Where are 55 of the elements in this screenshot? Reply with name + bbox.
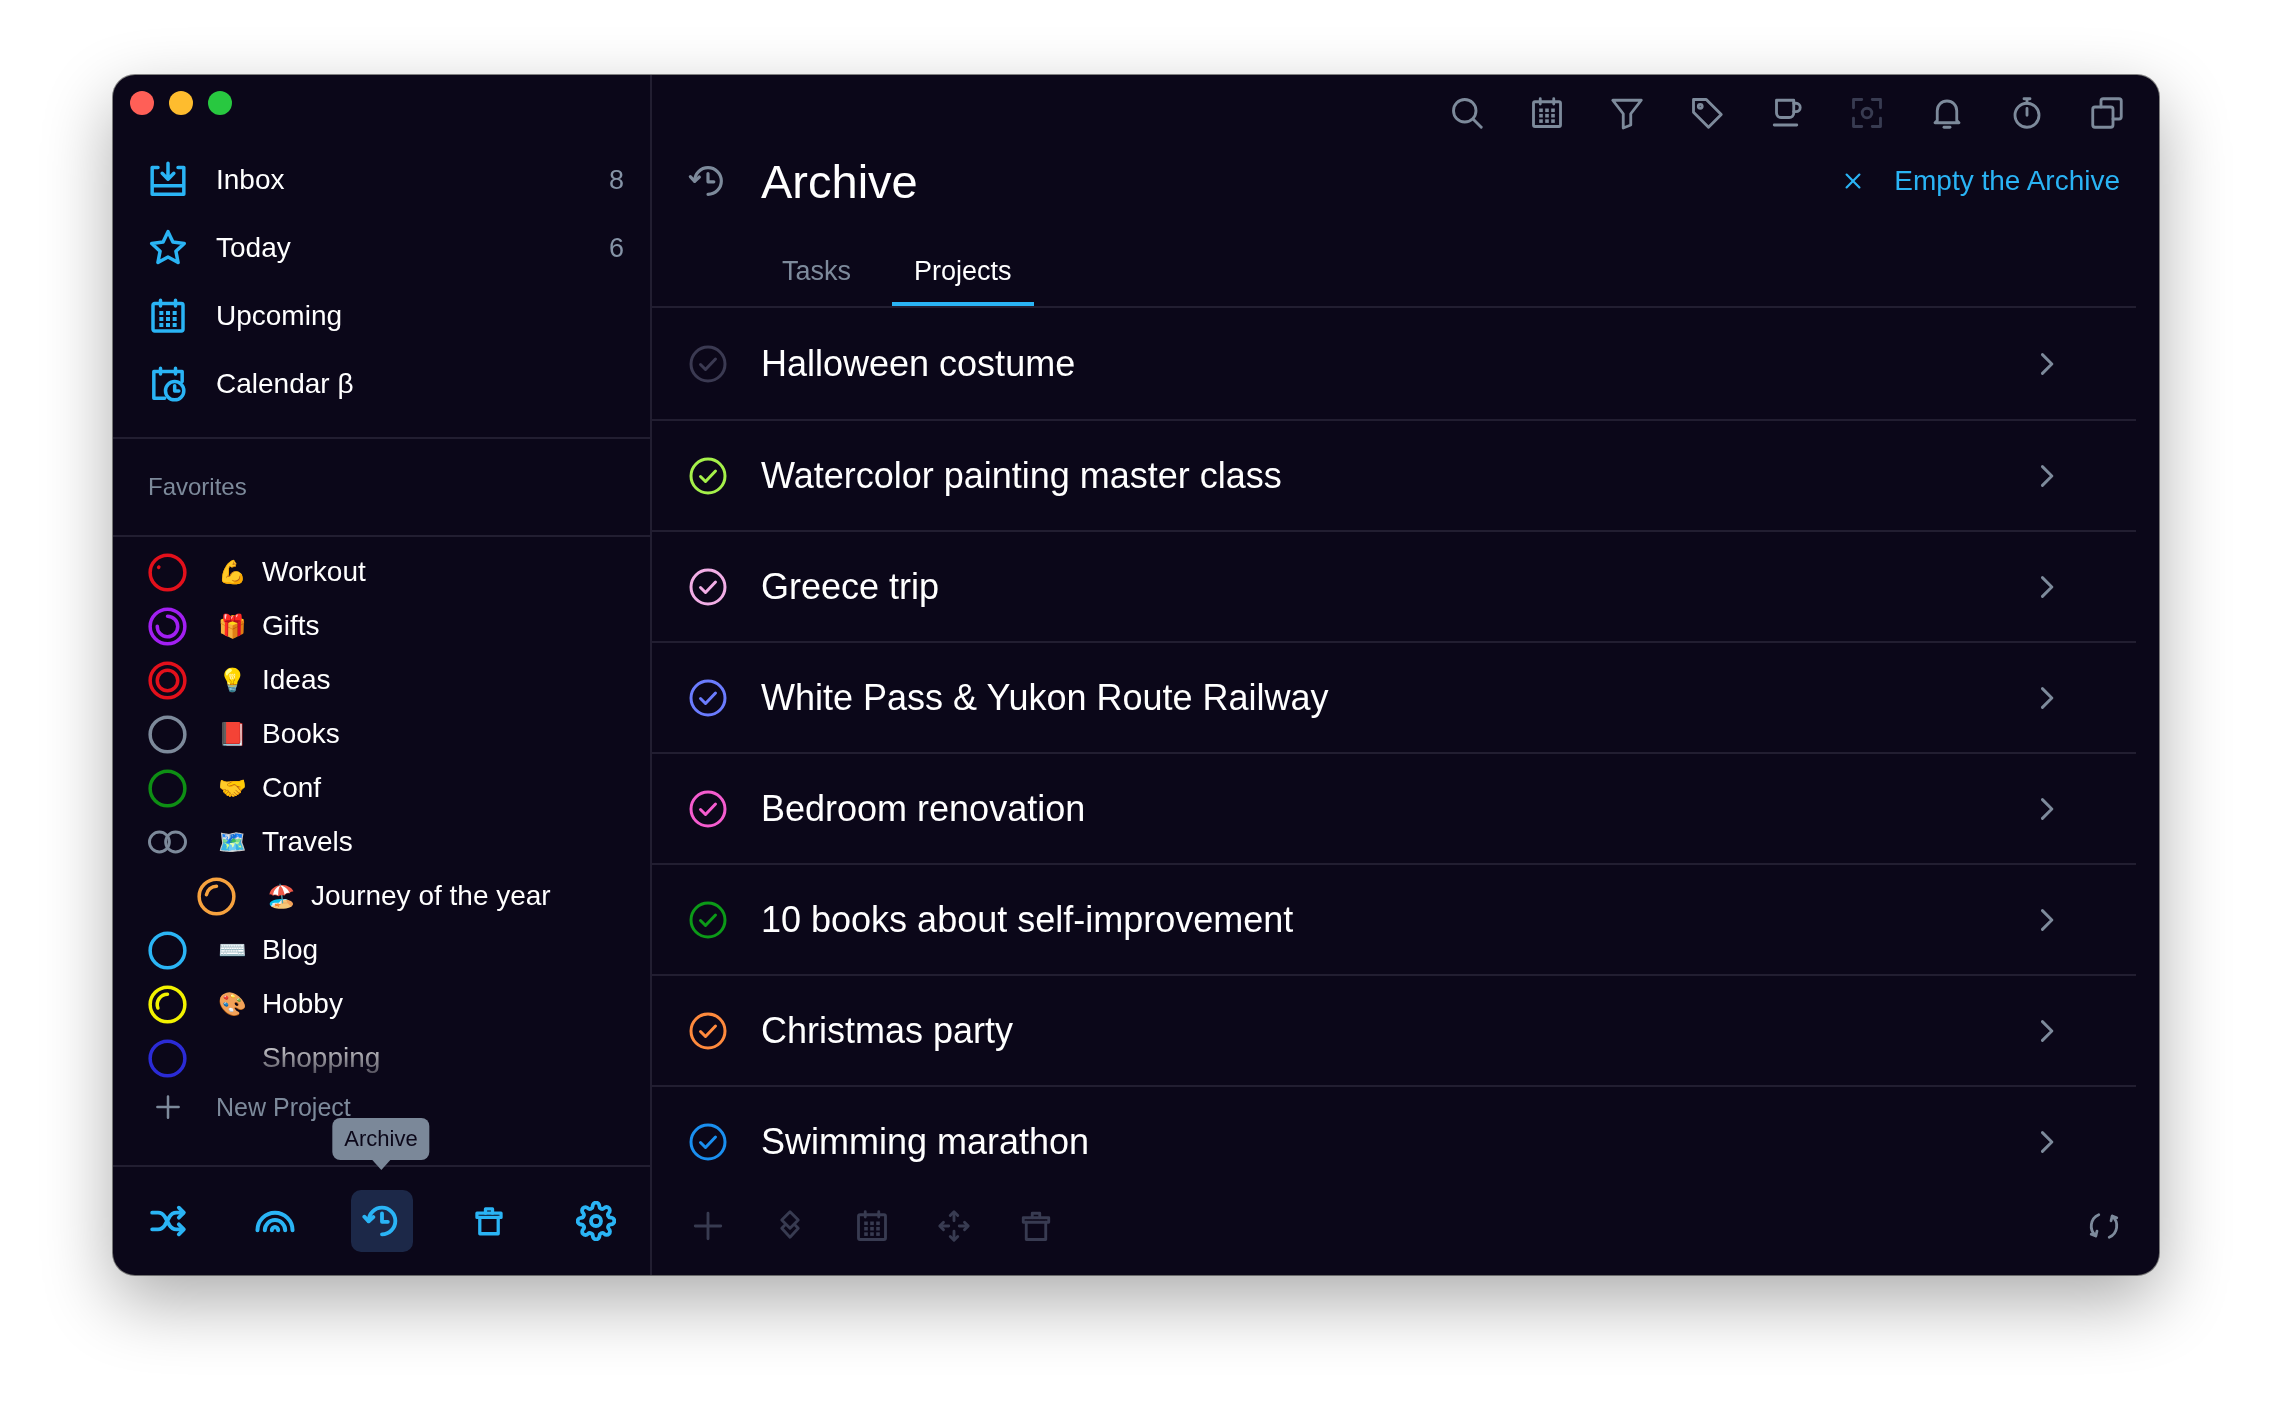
chevron-right-icon xyxy=(2041,464,2054,487)
tab[interactable]: Tasks xyxy=(760,241,874,306)
rainbow-icon xyxy=(255,1209,295,1233)
emoji-icon: 🤝 xyxy=(217,776,247,800)
chevron-right-icon xyxy=(2041,1130,2054,1153)
settings-icon xyxy=(576,1201,616,1241)
project-item[interactable]: 🤝 Conf xyxy=(113,761,650,815)
archived-project-row[interactable]: White Pass & Yukon Route Railway xyxy=(652,641,2136,752)
emoji-icon: 💪 xyxy=(217,560,247,584)
sidebar-nav-item[interactable]: Upcoming xyxy=(113,282,650,350)
project-item[interactable]: 🏖 Journey of the year xyxy=(113,869,650,923)
sidebar-nav-item[interactable]: Inbox 8 xyxy=(113,146,650,214)
item-count: 6 xyxy=(608,232,624,264)
chevron-right-icon xyxy=(2041,797,2054,820)
emoji-icon: 🏖 xyxy=(266,884,296,908)
project-item[interactable]: Shopping xyxy=(113,1031,650,1085)
emoji-icon: 📕 xyxy=(217,722,247,746)
archived-project-row[interactable]: Watercolor painting master class xyxy=(652,419,2136,530)
project-item[interactable]: 💡 Ideas xyxy=(113,653,650,707)
project-item[interactable]: 🗺 Travels xyxy=(113,815,650,869)
sidebar-nav-item[interactable]: Calendar β xyxy=(113,350,650,418)
archived-project-row[interactable]: Greece trip xyxy=(652,530,2136,641)
selected-toolbar-button[interactable] xyxy=(351,1190,413,1252)
window-zoom-button[interactable] xyxy=(208,91,232,115)
empty-archive-button[interactable]: Empty the Archive xyxy=(1842,165,2120,197)
calendar-icon xyxy=(148,296,188,336)
item-count: 8 xyxy=(608,164,624,196)
archived-project-row[interactable]: Bedroom renovation xyxy=(652,752,2136,863)
archived-project-row[interactable]: Swimming marathon xyxy=(652,1085,2136,1196)
project-item[interactable]: 🎨 Hobby xyxy=(113,977,650,1031)
emoji-icon: 💡 xyxy=(217,668,247,692)
window-close-button[interactable] xyxy=(130,91,154,115)
emoji-icon: 🎁 xyxy=(217,614,247,638)
archived-project-row[interactable]: 10 books about self-improvement xyxy=(652,863,2136,974)
page-title: Archive xyxy=(761,153,918,209)
plus-icon xyxy=(153,1092,183,1122)
emoji-icon: 🗺 xyxy=(217,830,247,854)
chevron-right-icon xyxy=(2041,1019,2054,1042)
project-item[interactable]: 🎁 Gifts xyxy=(113,599,650,653)
tab[interactable]: Projects xyxy=(892,241,1034,306)
tooltip: Archive xyxy=(332,1118,430,1170)
chevron-right-icon xyxy=(2041,908,2054,931)
archived-project-row[interactable]: Christmas party xyxy=(652,974,2136,1085)
sidebar-nav-item[interactable]: Today 6 xyxy=(113,214,650,282)
chevron-right-icon xyxy=(2041,575,2054,598)
chevron-right-icon xyxy=(2041,686,2054,709)
emoji-icon: ⌨ xyxy=(217,938,247,962)
project-item[interactable]: 💪 Workout xyxy=(113,545,650,599)
project-item[interactable]: ⌨ Blog xyxy=(113,923,650,977)
chevron-right-icon xyxy=(2041,352,2054,375)
section-heading: Favorites xyxy=(148,473,247,501)
window-minimize-button[interactable] xyxy=(169,91,193,115)
project-item[interactable]: 📕 Books xyxy=(113,707,650,761)
emoji-icon: 🎨 xyxy=(217,992,247,1016)
archived-project-row[interactable]: Halloween costume xyxy=(652,308,2136,419)
